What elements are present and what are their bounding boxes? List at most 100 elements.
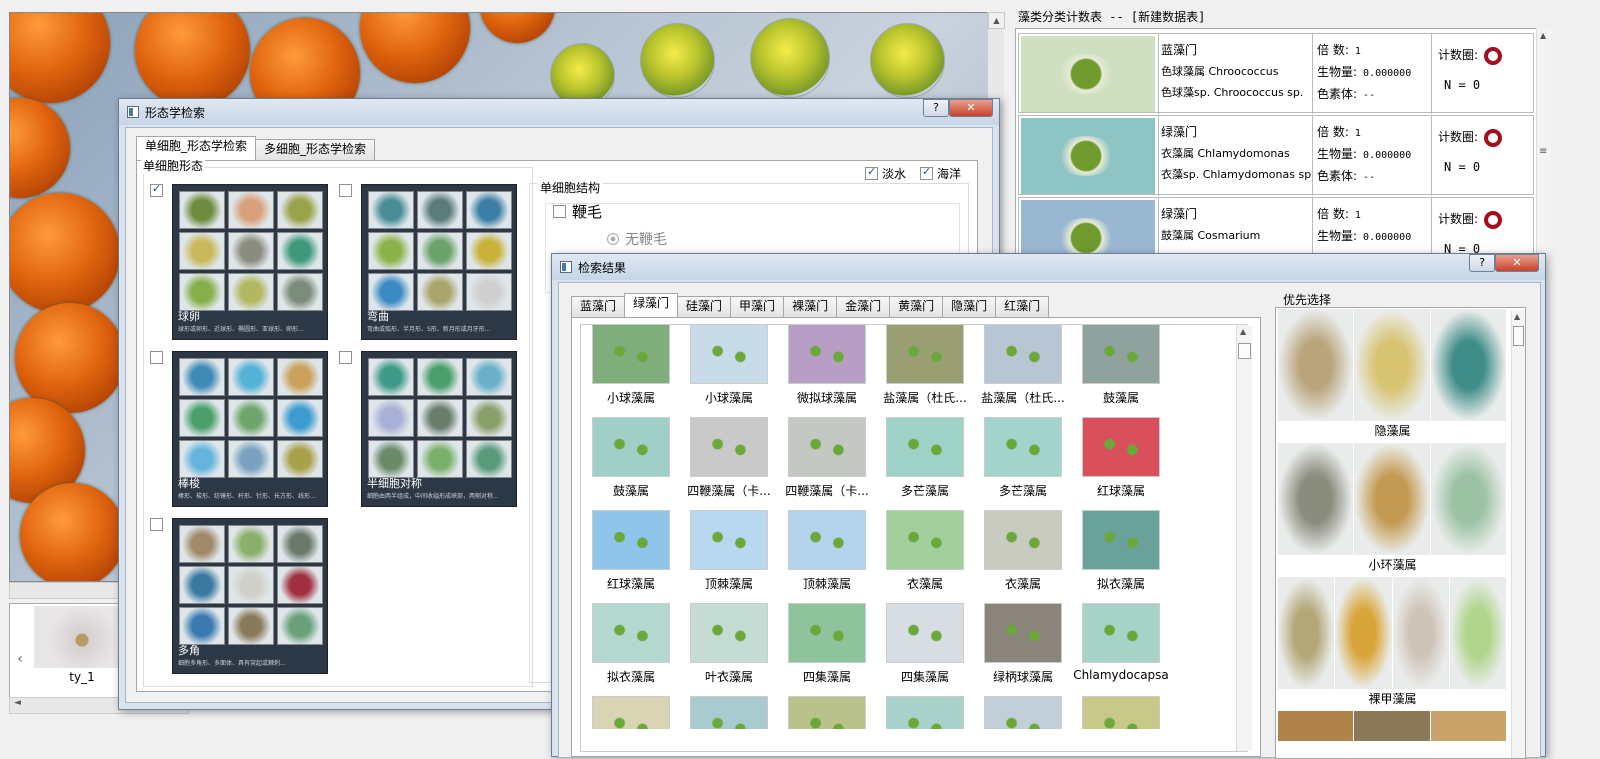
result-item[interactable] xyxy=(779,696,875,729)
result-item[interactable]: Chlamydocapsa xyxy=(1073,603,1169,689)
result-item[interactable]: 衣藻属 xyxy=(877,510,973,596)
tab-rhodophyta[interactable]: 红藻门 xyxy=(995,296,1050,317)
count-table-scrollbar[interactable]: ▲ ≡ xyxy=(1536,28,1551,268)
result-image[interactable] xyxy=(984,696,1062,729)
result-item[interactable]: 红球藻属 xyxy=(583,510,679,596)
tab-chrysophyta[interactable]: 金藻门 xyxy=(836,296,891,317)
result-image[interactable] xyxy=(1082,603,1160,663)
priority-image[interactable] xyxy=(1354,711,1431,741)
priority-image[interactable] xyxy=(1278,577,1336,689)
result-item[interactable]: 鼓藻属 xyxy=(583,417,679,503)
priority-image-group[interactable] xyxy=(1278,309,1507,421)
priority-scrollbar[interactable]: ▲ xyxy=(1511,310,1525,758)
count-circle-icon[interactable] xyxy=(1484,210,1503,229)
morph-card[interactable]: 球卵 球形或卵形、近球形、椭圆形、亚球形、卵形... xyxy=(172,184,328,340)
result-image[interactable] xyxy=(592,696,670,729)
count-circle-icon[interactable] xyxy=(1484,46,1503,65)
result-item[interactable]: 鼓藻属 xyxy=(1073,324,1169,410)
morph-card[interactable]: 棒梭 棒形、梭形、纺锤形、杆形、针形、长方形、线形... xyxy=(172,351,328,507)
result-item[interactable]: 拟衣藻属 xyxy=(583,603,679,689)
result-image[interactable] xyxy=(592,510,670,570)
result-image[interactable] xyxy=(788,324,866,384)
morph-card[interactable]: 半细胞对称 细胞由两半组成，中间收缢形成峡部，两侧对称... xyxy=(361,351,517,507)
result-item[interactable] xyxy=(877,696,973,729)
result-image[interactable] xyxy=(984,324,1062,384)
morph-checkbox[interactable] xyxy=(150,351,163,364)
result-item[interactable]: 叶衣藻属 xyxy=(681,603,777,689)
result-image[interactable] xyxy=(788,603,866,663)
priority-image[interactable] xyxy=(1278,443,1355,555)
result-item[interactable]: 盐藻属（杜氏... xyxy=(975,324,1071,410)
priority-image[interactable] xyxy=(1392,577,1450,689)
result-item[interactable]: 拟衣藻属 xyxy=(1073,510,1169,596)
result-item[interactable]: 四集藻属 xyxy=(877,603,973,689)
result-item[interactable]: 衣藻属 xyxy=(975,510,1071,596)
result-image[interactable] xyxy=(690,603,768,663)
result-image[interactable] xyxy=(592,603,670,663)
priority-image-group[interactable] xyxy=(1278,711,1507,741)
result-image[interactable] xyxy=(886,603,964,663)
result-image[interactable] xyxy=(886,417,964,477)
count-circle-icon[interactable] xyxy=(1484,128,1503,147)
result-item[interactable]: 四集藻属 xyxy=(779,603,875,689)
morph-card[interactable]: 多角 细胞多角形、多面体、具有突起或棘刺... xyxy=(172,518,328,674)
result-item[interactable]: 小球藻属 xyxy=(583,324,679,410)
result-item[interactable]: 绿柄球藻属 xyxy=(975,603,1071,689)
result-item[interactable]: 小球藻属 xyxy=(681,324,777,410)
result-item[interactable]: 顶棘藻属 xyxy=(681,510,777,596)
result-item[interactable]: 四鞭藻属（卡... xyxy=(681,417,777,503)
result-image[interactable] xyxy=(1082,324,1160,384)
priority-image[interactable] xyxy=(1430,309,1507,421)
count-table-row[interactable]: 蓝藻门 色球藻属 Chroococcus 色球藻sp. Chroococcus sp… xyxy=(1018,33,1534,114)
species-thumbnail[interactable] xyxy=(1021,36,1155,112)
result-image[interactable] xyxy=(886,510,964,570)
species-thumbnail[interactable] xyxy=(1021,118,1155,194)
result-item[interactable]: 微拟球藻属 xyxy=(779,324,875,410)
result-item[interactable] xyxy=(975,696,1071,729)
help-button[interactable]: ? xyxy=(923,99,949,117)
result-item[interactable]: 四鞭藻属（卡... xyxy=(779,417,875,503)
tab-chlorophyta[interactable]: 绿藻门 xyxy=(624,293,679,317)
close-button[interactable]: ✕ xyxy=(1495,254,1539,272)
close-button[interactable]: ✕ xyxy=(949,99,993,117)
result-image[interactable] xyxy=(1082,510,1160,570)
morph-checkbox[interactable] xyxy=(339,351,352,364)
priority-image[interactable] xyxy=(1278,309,1355,421)
priority-image[interactable] xyxy=(1430,443,1507,555)
morph-card[interactable]: 弯曲 弯曲或弧形、半月形、S形、新月形或月牙形... xyxy=(361,184,517,340)
tab-xanthophyta[interactable]: 黄藻门 xyxy=(889,296,944,317)
priority-image[interactable] xyxy=(1354,309,1431,421)
thumbnail-image[interactable] xyxy=(34,606,130,668)
result-image[interactable] xyxy=(592,417,670,477)
priority-image[interactable] xyxy=(1278,711,1355,741)
freshwater-checkbox[interactable] xyxy=(865,165,878,180)
result-image[interactable] xyxy=(984,417,1062,477)
morphology-titlebar[interactable]: 形态学检索 xyxy=(119,99,999,125)
flagella-checkbox[interactable] xyxy=(553,205,566,218)
result-image[interactable] xyxy=(984,510,1062,570)
tab-cryptophyta[interactable]: 隐藻门 xyxy=(942,296,997,317)
result-image[interactable] xyxy=(886,324,964,384)
priority-image[interactable] xyxy=(1449,577,1507,689)
priority-image[interactable] xyxy=(1430,711,1507,741)
priority-image[interactable] xyxy=(1335,577,1393,689)
result-image[interactable] xyxy=(788,417,866,477)
result-image[interactable] xyxy=(1082,696,1160,729)
result-item[interactable]: 多芒藻属 xyxy=(877,417,973,503)
tab-single-cell[interactable]: 单细胞_形态学检索 xyxy=(136,136,257,160)
marine-checkbox[interactable] xyxy=(920,165,934,180)
no-flagella-radio[interactable] xyxy=(607,233,619,245)
tab-bacillariophyta[interactable]: 硅藻门 xyxy=(677,296,732,317)
result-item[interactable]: 红球藻属 xyxy=(1073,417,1169,503)
tab-multi-cell[interactable]: 多细胞_形态学检索 xyxy=(255,139,376,160)
tab-cyanophyta[interactable]: 蓝藻门 xyxy=(571,296,626,317)
result-item[interactable]: 多芒藻属 xyxy=(975,417,1071,503)
result-item[interactable]: 盐藻属（杜氏... xyxy=(877,324,973,410)
result-image[interactable] xyxy=(886,696,964,729)
result-item[interactable] xyxy=(681,696,777,729)
result-item[interactable]: 顶棘藻属 xyxy=(779,510,875,596)
result-image[interactable] xyxy=(1082,417,1160,477)
priority-image-group[interactable] xyxy=(1278,443,1507,555)
tab-euglenophyta[interactable]: 裸藻门 xyxy=(783,296,838,317)
result-image[interactable] xyxy=(788,696,866,729)
